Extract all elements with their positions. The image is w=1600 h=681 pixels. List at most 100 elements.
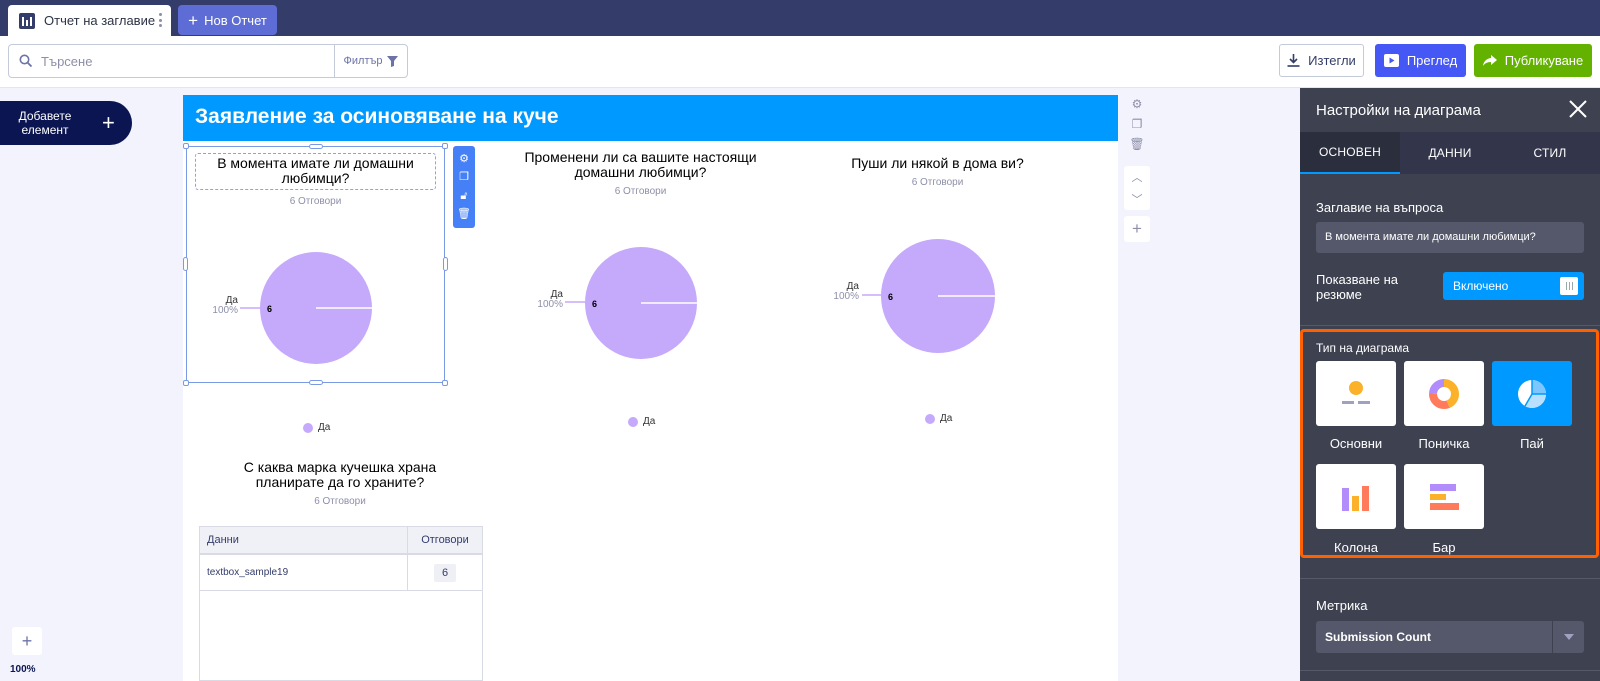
copy-icon[interactable]: ❐ <box>459 172 469 183</box>
download-icon <box>1287 54 1300 67</box>
unlock-icon[interactable]: 🔓︎ <box>460 190 467 202</box>
search-input[interactable] <box>33 45 334 77</box>
tab-report[interactable]: Отчет на заглавие <box>8 5 171 36</box>
resize-handle[interactable] <box>442 143 448 149</box>
resize-handle[interactable] <box>309 380 323 385</box>
copy-icon[interactable]: ❐ <box>1132 116 1143 132</box>
panel-tabs: ОСНОВЕН ДАННИ СТИЛ <box>1300 132 1600 174</box>
chart-type-donut[interactable] <box>1404 361 1484 426</box>
table-widget[interactable]: С каква марка кучешка храна планирате да… <box>215 459 465 508</box>
toolbar: Филтър Изтегли Преглед Публикуване <box>0 36 1600 88</box>
download-label: Изтегли <box>1308 53 1356 68</box>
chart-legend[interactable]: Да <box>628 416 655 427</box>
data-label: 6 <box>592 299 597 309</box>
close-icon[interactable] <box>1568 99 1588 119</box>
add-page-button[interactable]: + <box>1124 216 1150 242</box>
toggle-knob <box>1560 277 1578 295</box>
row-count: 6 <box>433 563 457 582</box>
widget-selection-frame <box>186 146 445 383</box>
summary-toggle[interactable]: Включено <box>1443 272 1584 300</box>
search-icon <box>19 54 33 68</box>
chart-widget-3[interactable]: Пуши ли някой в дома ви? 6 Отговори <box>817 156 1058 189</box>
preview-button[interactable]: Преглед <box>1375 44 1466 77</box>
table-title: С каква марка кучешка храна планирате да… <box>243 459 437 490</box>
publish-button[interactable]: Публикуване <box>1474 44 1592 77</box>
add-element-button[interactable]: Добавете елемент + <box>0 101 132 145</box>
slice-label: Да 100% <box>537 290 563 310</box>
filter-button[interactable]: Филтър <box>334 45 407 77</box>
play-icon <box>1383 54 1399 67</box>
answers-count: 6 Отговори <box>614 186 667 197</box>
legend-swatch <box>628 416 638 427</box>
resize-handle[interactable] <box>183 143 189 149</box>
download-button[interactable]: Изтегли <box>1279 44 1364 77</box>
tab-bar: Отчет на заглавие + Нов Отчет <box>0 0 1600 36</box>
chart-type-pie[interactable] <box>1492 361 1572 426</box>
resize-handle[interactable] <box>183 380 189 386</box>
chevron-up-icon[interactable]: ︿ <box>1132 169 1143 185</box>
chart-type-basic-label: Основни <box>1329 436 1383 451</box>
divider <box>1300 670 1600 671</box>
tab-report-label: Отчет на заглавие <box>44 13 156 28</box>
new-report-tab[interactable]: + Нов Отчет <box>178 5 277 35</box>
zoom-in-button[interactable]: + <box>12 627 42 655</box>
more-vertical-icon[interactable] <box>159 13 162 27</box>
share-arrow-icon <box>1482 54 1497 66</box>
legend-swatch <box>925 413 935 424</box>
chart-widget-2[interactable]: Променени ли са вашите настоящи домашни … <box>520 150 761 198</box>
answers-count: 6 Отговори <box>314 496 366 507</box>
chart-type-bar[interactable] <box>1404 464 1484 529</box>
preview-label: Преглед <box>1406 53 1458 68</box>
col-data-header: Данни <box>207 534 239 546</box>
resize-handle[interactable] <box>309 144 323 149</box>
slice-leader-line <box>565 301 587 303</box>
tab-data[interactable]: ДАННИ <box>1400 132 1500 174</box>
page-title[interactable]: Заявление за осиновяване на куче <box>183 95 1118 141</box>
tab-basic[interactable]: ОСНОВЕН <box>1300 132 1400 174</box>
col-answers-header: Отговори <box>407 527 482 553</box>
question-title-label: Заглавие на въпроса <box>1316 200 1444 215</box>
chart-type-column-label: Колона <box>1334 540 1378 555</box>
filter-label: Филтър <box>343 55 383 67</box>
publish-label: Публикуване <box>1504 53 1584 68</box>
slice-leader-line <box>862 294 884 296</box>
plus-icon: + <box>102 110 115 135</box>
chart-type-pie-label: Пай <box>1520 436 1544 451</box>
trash-icon[interactable]: 🗑︎ <box>1129 136 1144 152</box>
resize-handle[interactable] <box>443 257 448 271</box>
chart-type-basic[interactable] <box>1316 361 1396 426</box>
chart-legend[interactable]: Да <box>303 422 330 433</box>
gear-icon[interactable]: ⚙ <box>1132 96 1143 112</box>
resize-handle[interactable] <box>442 380 448 386</box>
legend-label: Да <box>318 422 331 433</box>
filter-icon <box>387 55 399 67</box>
answers-count: 6 Отговори <box>911 177 964 188</box>
chevron-down-icon <box>1552 621 1584 653</box>
chart-type-column[interactable] <box>1316 464 1396 529</box>
pie-chart: 6 <box>584 246 698 365</box>
slice-label: Да 100% <box>833 282 859 302</box>
legend-swatch <box>303 422 313 433</box>
trash-icon[interactable]: 🗑︎ <box>457 209 471 220</box>
data-table: Данни Отговори textbox_sample19 6 <box>199 526 483 681</box>
chart-settings-panel: Настройки на диаграма ОСНОВЕН ДАННИ СТИЛ… <box>1300 88 1600 681</box>
data-label: 6 <box>888 292 893 302</box>
tab-style[interactable]: СТИЛ <box>1500 132 1600 174</box>
metric-select[interactable]: Submission Count <box>1316 621 1584 653</box>
donut-chart-icon <box>1429 378 1459 409</box>
chart-type-bar-label: Бар <box>1432 540 1456 555</box>
resize-handle[interactable] <box>183 257 188 271</box>
widget-toolbar: ⚙ ❐ 🔓︎ 🗑︎ <box>453 146 475 228</box>
pie-chart: 6 <box>880 238 996 359</box>
panel-title: Настройки на диаграма <box>1316 101 1481 119</box>
row-name: textbox_sample19 <box>207 567 289 578</box>
chevron-down-icon[interactable]: ﹀ <box>1132 191 1143 207</box>
summary-toggle-label: Включено <box>1453 279 1509 293</box>
new-report-label: Нов Отчет <box>204 12 267 28</box>
legend-label: Да <box>643 416 656 427</box>
divider <box>1300 578 1600 579</box>
metric-label: Метрика <box>1316 598 1368 613</box>
gear-icon[interactable]: ⚙ <box>459 153 469 165</box>
question-title-input[interactable]: В момента имате ли домашни любимци? <box>1316 222 1584 253</box>
chart-legend[interactable]: Да <box>925 413 952 424</box>
